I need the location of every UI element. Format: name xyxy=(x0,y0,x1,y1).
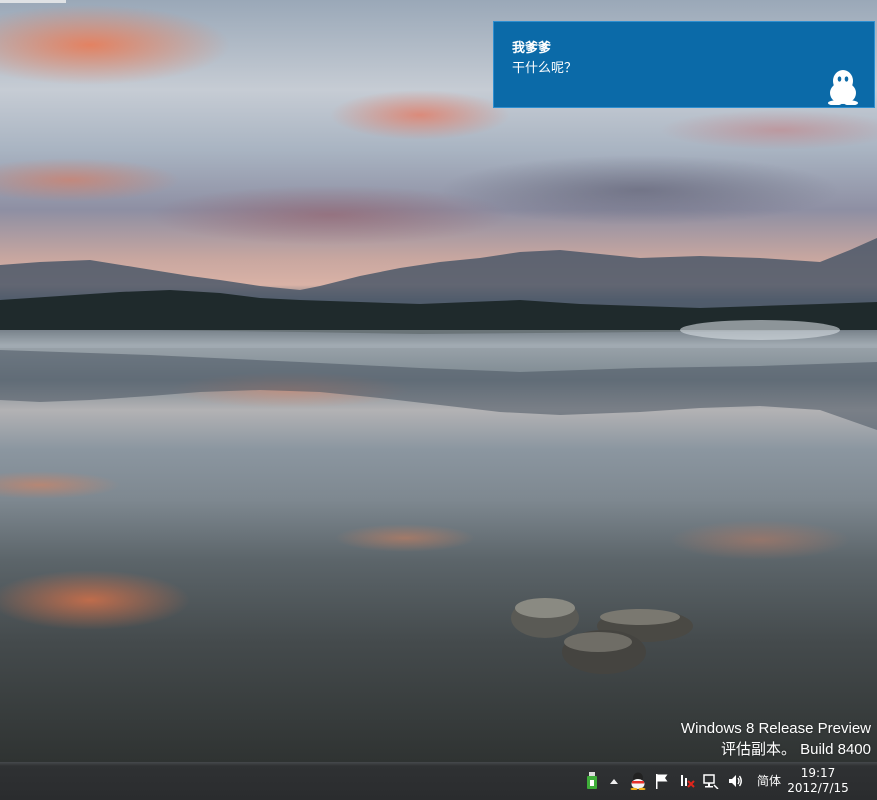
wired-network-icon[interactable] xyxy=(702,771,720,791)
show-hidden-icons-chevron[interactable] xyxy=(605,771,623,791)
taskbar: 简体 19:17 2012/7/15 xyxy=(0,762,877,800)
usb-device-icon[interactable] xyxy=(583,771,601,791)
volume-icon[interactable] xyxy=(726,771,744,791)
desktop-wallpaper[interactable]: 我爹爹 干什么呢？ Windows 8 Release Preview 评估副本… xyxy=(0,0,877,762)
taskbar-empty-area[interactable] xyxy=(0,762,560,800)
toast-title: 我爹爹 xyxy=(512,41,552,56)
watermark-line-2: 评估副本。 Build 8400 xyxy=(720,741,871,758)
toast-notification[interactable]: 我爹爹 干什么呢？ xyxy=(493,21,875,108)
clock-date: 2012/7/15 xyxy=(787,781,849,795)
qq-icon[interactable] xyxy=(629,771,647,791)
action-center-flag-icon[interactable] xyxy=(653,771,671,791)
wallpaper-landscape xyxy=(0,238,877,674)
ime-language-indicator[interactable]: 简体 xyxy=(757,772,781,789)
toast-message: 干什么呢？ xyxy=(512,61,578,76)
clock-time: 19:17 xyxy=(800,766,836,780)
watermark-line-1: Windows 8 Release Preview xyxy=(680,720,871,737)
taskbar-clock[interactable]: 19:17 2012/7/15 xyxy=(786,766,850,796)
build-watermark: Windows 8 Release Preview 评估副本。 Build 84… xyxy=(681,718,871,760)
network-disconnected-icon[interactable] xyxy=(678,771,696,791)
qq-penguin-icon xyxy=(828,70,858,105)
